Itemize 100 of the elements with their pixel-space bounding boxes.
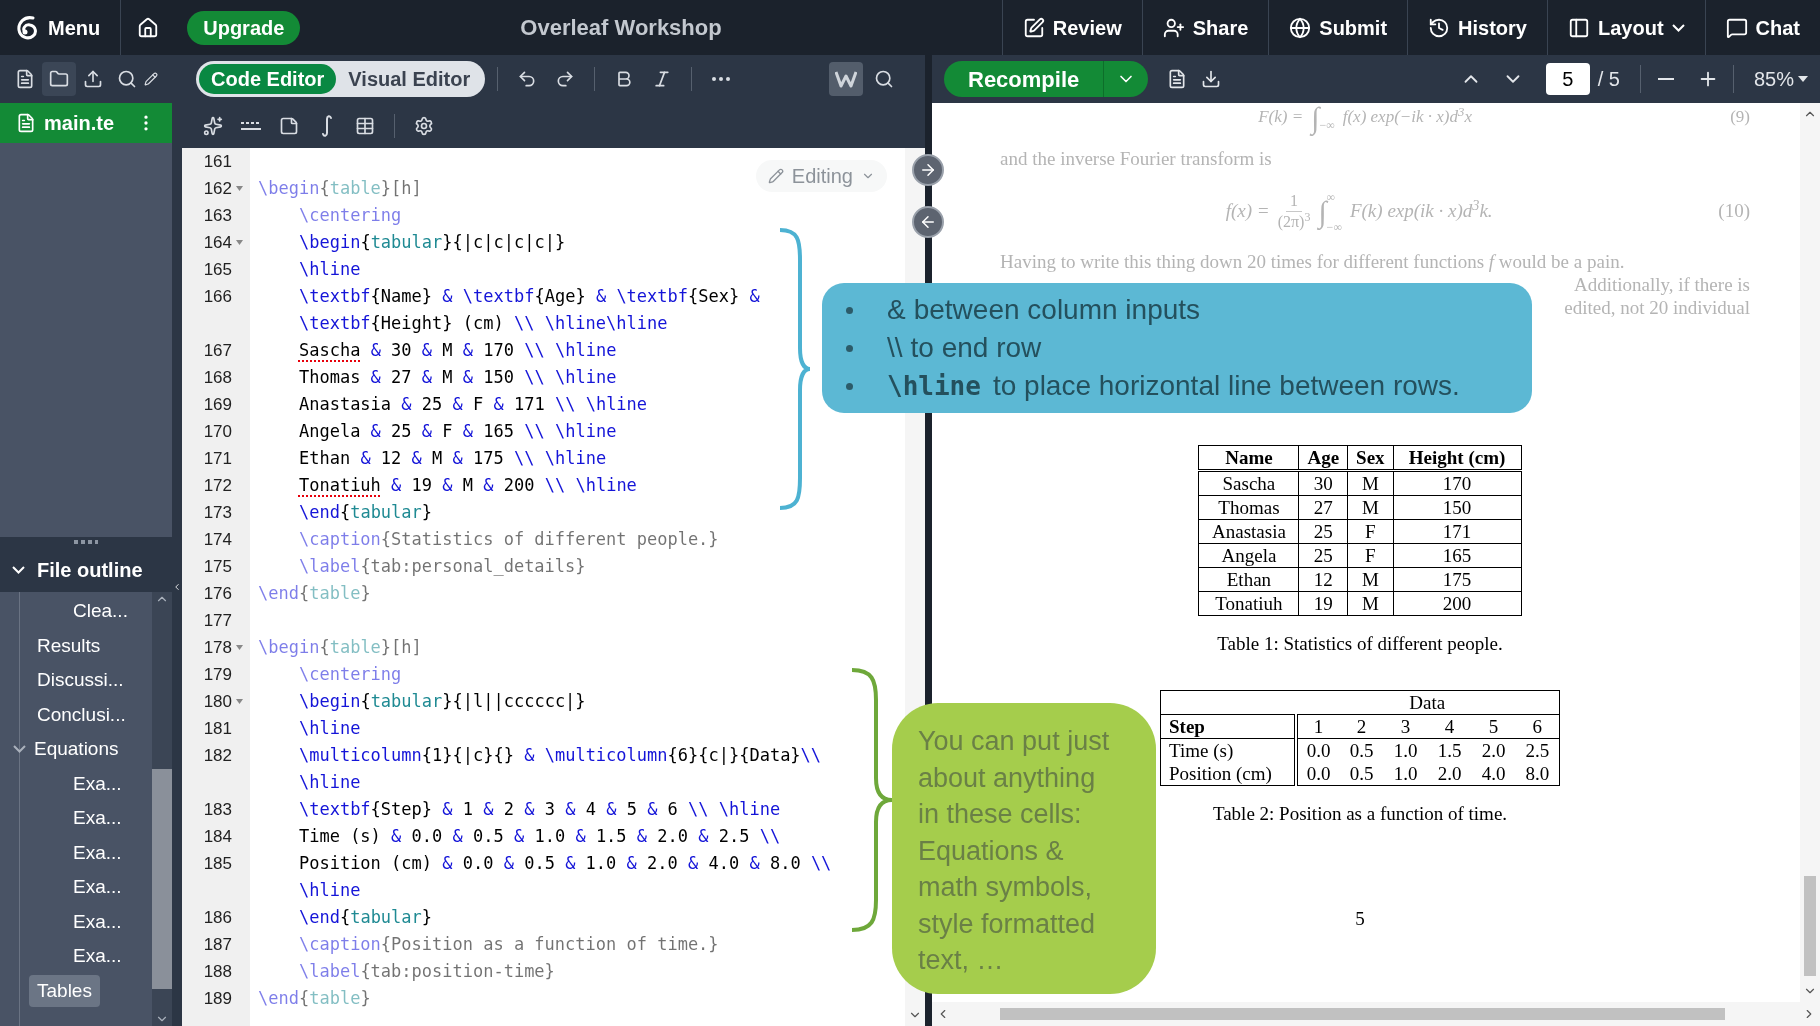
code-line: \textbf{Height} (cm) \\ \hline\hline [297, 311, 668, 335]
writing-assistant-button[interactable] [829, 62, 863, 96]
code-line: \hline [297, 878, 361, 902]
table-cell: 200 [1393, 591, 1522, 615]
panel-icon [1568, 16, 1590, 39]
upgrade-button[interactable]: Upgrade [187, 10, 301, 45]
line-number: 169 [203, 393, 232, 416]
line-number: 186 [203, 906, 232, 929]
outline-item[interactable]: Results [29, 629, 109, 662]
table-header-cell: Step [1160, 714, 1296, 739]
line-number: 175 [203, 555, 232, 578]
code-line: \caption{Position as a function of time.} [297, 932, 719, 956]
resize-handle-icon[interactable] [74, 540, 98, 544]
table-cell: 4.0 [1471, 762, 1516, 786]
bullet-icon [846, 344, 853, 352]
table-header-cell: Age [1298, 445, 1348, 470]
table-cell: M [1347, 591, 1394, 615]
outline-item[interactable]: Exa... [65, 905, 130, 938]
table-cell: 6 [1515, 714, 1560, 739]
editor-mode-tab[interactable]: Visual Editor [336, 64, 483, 94]
outline-item[interactable]: Equations [26, 733, 127, 766]
table-header-cell: Data [1295, 690, 1560, 715]
fold-caret-icon[interactable] [235, 240, 243, 245]
outline-item[interactable]: Exa... [65, 836, 130, 869]
outline-item[interactable]: Tables [29, 974, 100, 1007]
table-cell: Tonatiuh [1198, 591, 1299, 615]
pencil-icon[interactable] [144, 72, 158, 86]
scrollbar-thumb[interactable] [152, 769, 172, 989]
line-number: 181 [203, 717, 232, 740]
scrollbar-thumb[interactable] [1804, 876, 1816, 976]
user-plus-icon [1162, 16, 1185, 39]
line-number: 180 [203, 690, 232, 713]
callout-item: \hline to place horizontal line between rows. [887, 369, 1460, 403]
line-number: 176 [203, 582, 232, 605]
equation: F(k) = ∫−∞ f(x) exp(−ik · x)d$^{3}$x [1258, 99, 1472, 138]
outline-item[interactable]: Exa... [65, 940, 130, 973]
bullet-icon [846, 306, 853, 314]
line-number: 164 [203, 231, 232, 254]
outline-item[interactable]: Exa... [65, 871, 130, 904]
outline-item[interactable]: Conclusi... [29, 698, 134, 731]
search-icon [117, 69, 137, 89]
editor-mode-tab[interactable]: Code Editor [199, 64, 337, 94]
w-logo-icon [835, 70, 857, 88]
code-line: \textbf{Step} & 1 & 2 & 3 & 4 & 5 & 6 \\ \hline [297, 797, 781, 821]
table-cell: Ethan [1198, 567, 1299, 591]
code-line: \hline [297, 770, 361, 794]
code-line: Tonatiuh & 19 & M & 200 \\ \hline [297, 473, 637, 497]
scrollbar-thumb[interactable] [1000, 1008, 1725, 1020]
line-number: 185 [203, 852, 232, 875]
line-number: 188 [203, 960, 232, 983]
file-name: main.te [44, 111, 115, 136]
table-cell: Position (cm) [1160, 762, 1296, 786]
outline-header[interactable]: File outline [0, 547, 172, 592]
fold-caret-icon[interactable] [235, 186, 243, 191]
code-line: Ethan & 12 & M & 175 \\ \hline [297, 446, 607, 470]
outline-item[interactable]: Clea... [65, 595, 136, 628]
table-cell: 0.0 [1295, 762, 1340, 786]
table-header-cell: Name [1198, 445, 1299, 470]
file-icon [15, 69, 35, 89]
collapse-icon[interactable] [172, 582, 182, 592]
page-input[interactable]: 5 [1545, 63, 1590, 95]
table-cell: M [1347, 470, 1394, 495]
table-cell: 1.0 [1383, 762, 1428, 786]
chevron-down-icon[interactable] [13, 745, 26, 754]
pdf-text: edited, not 20 individual [1564, 295, 1750, 319]
outline-item[interactable]: Exa... [65, 767, 130, 800]
download-icon [1201, 69, 1222, 89]
outline-item[interactable]: Discussi... [29, 664, 132, 697]
fold-caret-icon[interactable] [235, 699, 243, 704]
home-icon [137, 16, 160, 39]
table-icon [355, 115, 375, 136]
table-header-cell: Sex [1347, 445, 1394, 470]
code-line: \label{tab:personal_details} [297, 554, 586, 578]
outline-item[interactable]: Exa... [65, 802, 130, 835]
fold-caret-icon[interactable] [235, 645, 243, 650]
table-cell: 2.0 [1427, 762, 1472, 786]
page-total: / 5 [1597, 67, 1620, 92]
table-caption: Table 1: Statistics of different people. [1217, 631, 1503, 656]
file-tab[interactable]: main.te [0, 103, 172, 143]
table-header-cell: Height (cm) [1393, 445, 1522, 470]
table-cell: Thomas [1198, 495, 1299, 519]
table-cell: 0.5 [1339, 762, 1384, 786]
pdf-text: and the inverse Fourier transform is [1000, 147, 1273, 171]
table-cell: Time (s) [1160, 738, 1296, 762]
bullet-icon [846, 382, 853, 390]
chevron-down-icon [12, 565, 25, 574]
zoom-dropdown[interactable]: 85% [1741, 64, 1808, 94]
code-line: \label{tab:position-time} [297, 959, 555, 983]
line-number: 161 [203, 150, 232, 173]
code-line: Thomas & 27 & M & 150 \\ \hline [297, 365, 617, 389]
table-cell: Anastasia [1198, 519, 1299, 543]
page-number: 5 [1355, 906, 1365, 931]
table-cell: Sascha [1198, 470, 1299, 495]
menu-button[interactable]: Menu [0, 0, 121, 55]
table-cell: 27 [1298, 495, 1348, 519]
new-folder-button[interactable] [42, 62, 76, 96]
table-cell: 150 [1393, 495, 1522, 519]
folder-icon [49, 69, 69, 89]
table-cell: 1 [1295, 714, 1340, 739]
minus-icon [1657, 78, 1674, 80]
